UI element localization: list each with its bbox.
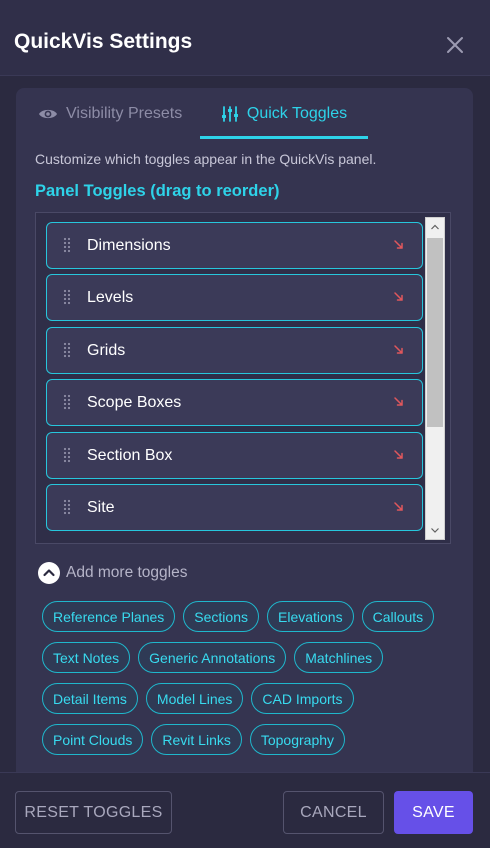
- chip-text-notes[interactable]: Text Notes: [42, 642, 131, 673]
- remove-arrow-icon[interactable]: [393, 239, 405, 251]
- add-more-toggles[interactable]: Add more toggles: [38, 562, 188, 584]
- chip-row: Detail Items Model Lines CAD Imports: [42, 683, 354, 714]
- chip-row: Point Clouds Revit Links Topography: [42, 724, 346, 755]
- description-text: Customize which toggles appear in the Qu…: [35, 151, 377, 167]
- settings-panel: Visibility Presets Quick Toggles Customi…: [16, 88, 473, 772]
- chip-detail-items[interactable]: Detail Items: [42, 683, 138, 714]
- drag-handle-icon[interactable]: [63, 499, 71, 515]
- chip-matchlines[interactable]: Matchlines: [294, 642, 384, 673]
- list-item-label: Site: [87, 499, 115, 516]
- eye-icon: [39, 109, 57, 119]
- chip-generic-annotations[interactable]: Generic Annotations: [138, 642, 287, 673]
- drag-handle-icon[interactable]: [63, 289, 71, 305]
- list-item-label: Section Box: [87, 447, 173, 464]
- chevron-down-icon: [431, 528, 439, 533]
- chip-sections[interactable]: Sections: [183, 601, 259, 632]
- reset-toggles-button[interactable]: RESET TOGGLES: [15, 791, 172, 834]
- chip-revit-links[interactable]: Revit Links: [151, 724, 242, 755]
- remove-arrow-icon[interactable]: [393, 501, 405, 513]
- list-item[interactable]: Grids: [46, 327, 423, 374]
- panel-toggles-heading: Panel Toggles (drag to reorder): [35, 182, 280, 200]
- list-item-label: Grids: [87, 342, 126, 359]
- chip-elevations[interactable]: Elevations: [267, 601, 354, 632]
- sliders-icon: [221, 106, 238, 122]
- scrollbar-thumb[interactable]: [427, 238, 443, 427]
- tab-quick-toggles[interactable]: Quick Toggles: [200, 88, 368, 140]
- chip-row: Reference Planes Sections Elevations Cal…: [42, 601, 435, 632]
- list-item[interactable]: Dimensions: [46, 222, 423, 269]
- scroll-down-button[interactable]: [427, 522, 443, 538]
- chevron-up-icon: [431, 224, 439, 230]
- remove-arrow-icon[interactable]: [393, 396, 405, 408]
- chip-topography[interactable]: Topography: [249, 724, 346, 755]
- list-item-label: Levels: [87, 289, 134, 306]
- add-more-toggles-label: Add more toggles: [66, 564, 188, 581]
- chip-row: Text Notes Generic Annotations Matchline…: [42, 642, 384, 673]
- remove-arrow-icon[interactable]: [393, 344, 405, 356]
- tab-bar: Visibility Presets Quick Toggles: [16, 88, 473, 140]
- remove-arrow-icon[interactable]: [393, 291, 405, 303]
- chip-cad-imports[interactable]: CAD Imports: [251, 683, 354, 714]
- chip-reference-planes[interactable]: Reference Planes: [42, 601, 176, 632]
- cancel-button[interactable]: CANCEL: [283, 791, 384, 834]
- drag-handle-icon[interactable]: [63, 237, 71, 253]
- list-item-label: Dimensions: [87, 237, 171, 254]
- drag-handle-icon[interactable]: [63, 447, 71, 463]
- save-button[interactable]: SAVE: [394, 791, 473, 834]
- drag-handle-icon[interactable]: [63, 342, 71, 358]
- active-tab-indicator: [200, 136, 368, 139]
- close-button[interactable]: [440, 30, 470, 60]
- list-scrollbar[interactable]: [425, 217, 445, 540]
- panel-toggles-list[interactable]: Dimensions Levels Grids Scope Boxes Sect…: [35, 212, 451, 544]
- chip-point-clouds[interactable]: Point Clouds: [42, 724, 144, 755]
- dialog-title: QuickVis Settings: [14, 30, 193, 53]
- title-bar: QuickVis Settings: [0, 0, 490, 76]
- tab-visibility-presets[interactable]: Visibility Presets: [38, 88, 182, 140]
- settings-dialog: QuickVis Settings Visibility Presets Qui…: [0, 0, 490, 848]
- list-item[interactable]: Levels: [46, 274, 423, 321]
- chevron-up-circle-icon: [38, 562, 60, 584]
- close-icon: [447, 37, 463, 53]
- remove-arrow-icon[interactable]: [393, 449, 405, 461]
- footer-divider: [0, 772, 490, 773]
- tab-visibility-presets-label: Visibility Presets: [66, 105, 183, 122]
- list-item-label: Scope Boxes: [87, 394, 182, 411]
- list-item[interactable]: Scope Boxes: [46, 379, 423, 426]
- drag-handle-icon[interactable]: [63, 394, 71, 410]
- scroll-up-button[interactable]: [427, 219, 443, 235]
- list-item[interactable]: Section Box: [46, 432, 423, 479]
- chip-callouts[interactable]: Callouts: [361, 601, 435, 632]
- list-item[interactable]: Site: [46, 484, 423, 531]
- tab-quick-toggles-label: Quick Toggles: [246, 105, 348, 122]
- chip-model-lines[interactable]: Model Lines: [145, 683, 244, 714]
